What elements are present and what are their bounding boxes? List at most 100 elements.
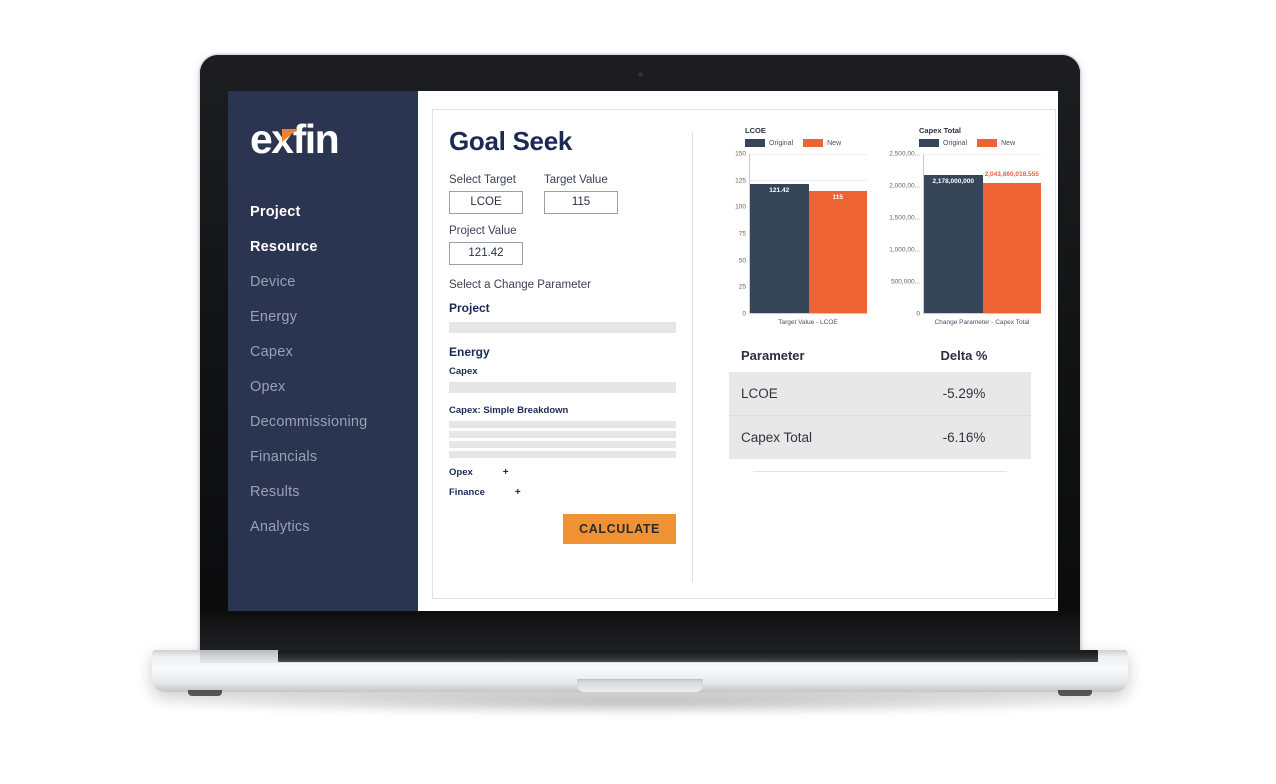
collapse-label-opex: Opex: [449, 467, 473, 478]
capex-breakdown-row[interactable]: [449, 421, 676, 428]
cell-parameter: Capex Total: [741, 430, 813, 445]
table-header: Parameter Delta %: [729, 348, 1031, 372]
capex-breakdown-row[interactable]: [449, 451, 676, 458]
chart-plot: 0 500,000... 1,000,00... 1,500,00... 2,0…: [889, 151, 1041, 318]
legend-swatch-new: [977, 139, 998, 147]
laptop-base: [152, 650, 1128, 696]
project-value-readout: 121.42: [449, 242, 523, 265]
bar-original[interactable]: 2,178,000,000: [924, 174, 983, 313]
sidebar-item-capex[interactable]: Capex: [250, 334, 418, 369]
y-tick: 0: [916, 310, 920, 318]
sub-heading-capex: Capex: [449, 366, 478, 377]
expand-plus-icon[interactable]: +: [515, 487, 521, 498]
group-heading-project: Project: [449, 301, 490, 315]
base-foot: [1058, 690, 1092, 696]
cell-delta: -5.29%: [942, 386, 986, 401]
table-underline: [753, 471, 1007, 472]
select-target-group: Select Target LCOE: [449, 174, 523, 214]
cell-delta: -6.16%: [942, 430, 986, 445]
webcam-icon: [637, 72, 643, 77]
logo-text: exfin: [250, 116, 340, 162]
lid-notch: [577, 679, 703, 692]
sidebar-item-opex[interactable]: Opex: [250, 369, 418, 404]
goal-seek-form: Goal Seek Select Target LCOE Target Valu…: [449, 126, 692, 588]
sidebar-item-decommissioning[interactable]: Decommissioning: [250, 404, 418, 439]
legend-label-original: Original: [769, 139, 794, 147]
collapse-label-finance: Finance: [449, 487, 485, 498]
legend-swatch-original: [919, 139, 939, 147]
chart-capex-total: Capex Total Original New 0 500,000... 1,…: [889, 126, 1041, 326]
sidebar-item-project[interactable]: Project: [250, 194, 418, 229]
chart-title: LCOE: [745, 126, 766, 135]
bar-new[interactable]: 115: [808, 191, 867, 313]
bar-value-label: 121.42: [769, 187, 790, 195]
sub-heading-capex-breakdown: Capex: Simple Breakdown: [449, 405, 569, 416]
sidebar-item-financials[interactable]: Financials: [250, 439, 418, 474]
target-row: Select Target LCOE Target Value 115: [449, 174, 676, 214]
y-axis: 0 500,000... 1,000,00... 1,500,00... 2,0…: [889, 151, 923, 318]
y-tick: 50: [738, 257, 746, 265]
plot-area: 121.42 115: [749, 154, 867, 314]
plot-area: 2,178,000,000 2,043,860,018.555: [923, 154, 1041, 314]
capex-breakdown-row[interactable]: [449, 431, 676, 438]
project-parameter-placeholder[interactable]: [449, 322, 676, 333]
bar-new[interactable]: 2,043,860,018.555: [982, 171, 1041, 313]
legend-label-original: Original: [943, 139, 968, 147]
sidebar-item-resource[interactable]: Resource: [250, 229, 418, 264]
legend-label-new: New: [827, 139, 842, 147]
legend-swatch-original: [745, 139, 765, 147]
goal-seek-card: Goal Seek Select Target LCOE Target Valu…: [432, 109, 1056, 599]
expand-plus-icon[interactable]: +: [503, 467, 509, 478]
y-axis: 0 25 50 75 100 125 150: [719, 150, 749, 318]
results-table: Parameter Delta % LCOE -5.29% Capex Tota…: [711, 348, 1041, 472]
bar-value-label: 2,043,860,018.555: [984, 170, 1039, 178]
project-value-label: Project Value: [449, 225, 517, 237]
app-logo: exfin: [250, 119, 418, 160]
column-header-delta: Delta %: [940, 348, 988, 363]
legend-item-original: Original: [919, 139, 967, 147]
cell-parameter: LCOE: [741, 386, 778, 401]
collapse-row-finance[interactable]: Finance +: [449, 487, 676, 498]
target-value-input[interactable]: 115: [544, 191, 618, 214]
capex-parameter-placeholder[interactable]: [449, 382, 676, 393]
y-tick: 2,000,00...: [889, 182, 920, 190]
bar-value-label: 115: [832, 194, 844, 202]
laptop-lid: exfin Project Resource Device Energy Cap…: [200, 55, 1080, 655]
sidebar-item-results[interactable]: Results: [250, 474, 418, 509]
target-value-group: Target Value 115: [544, 174, 618, 214]
group-heading-energy: Energy: [449, 345, 490, 359]
legend-label-new: New: [1001, 139, 1016, 147]
chart-legend: Original New: [893, 139, 1041, 147]
table-row[interactable]: LCOE -5.29%: [729, 372, 1031, 415]
laptop-mockup: exfin Project Resource Device Energy Cap…: [0, 0, 1276, 784]
table-row[interactable]: Capex Total -6.16%: [729, 415, 1031, 459]
project-value-group: Project Value 121.42: [449, 225, 523, 265]
chart-x-label: Change Parameter - Capex Total: [934, 319, 1030, 326]
legend-swatch-new: [803, 139, 824, 147]
bar-group: 2,178,000,000 2,043,860,018.555: [924, 154, 1041, 313]
charts-row: LCOE Original New 0 25 50 75 100 125 150…: [711, 126, 1041, 326]
chart-legend: Original New: [719, 139, 867, 147]
bar-original[interactable]: 121.42: [750, 184, 809, 313]
sidebar-item-device[interactable]: Device: [250, 264, 418, 299]
y-tick: 25: [738, 283, 746, 291]
y-tick: 500,000...: [891, 278, 920, 286]
chart-title: Capex Total: [919, 126, 961, 135]
page-title: Goal Seek: [449, 126, 573, 156]
select-target-label: Select Target: [449, 174, 516, 186]
calculate-button[interactable]: CALCULATE: [563, 514, 676, 544]
y-tick: 1,000,00...: [889, 246, 920, 254]
select-target-dropdown[interactable]: LCOE: [449, 191, 523, 214]
sidebar-nav: Project Resource Device Energy Capex Ope…: [250, 194, 418, 544]
legend-item-new: New: [977, 139, 1015, 147]
y-tick: 100: [735, 203, 746, 211]
y-tick: 2,500,00...: [889, 150, 920, 158]
collapse-row-opex[interactable]: Opex +: [449, 467, 676, 478]
y-tick: 150: [735, 150, 746, 158]
legend-item-original: Original: [745, 139, 793, 147]
sidebar-item-energy[interactable]: Energy: [250, 299, 418, 334]
sidebar: exfin Project Resource Device Energy Cap…: [228, 91, 418, 611]
capex-breakdown-row[interactable]: [449, 441, 676, 448]
screen: exfin Project Resource Device Energy Cap…: [228, 91, 1058, 611]
sidebar-item-analytics[interactable]: Analytics: [250, 509, 418, 544]
